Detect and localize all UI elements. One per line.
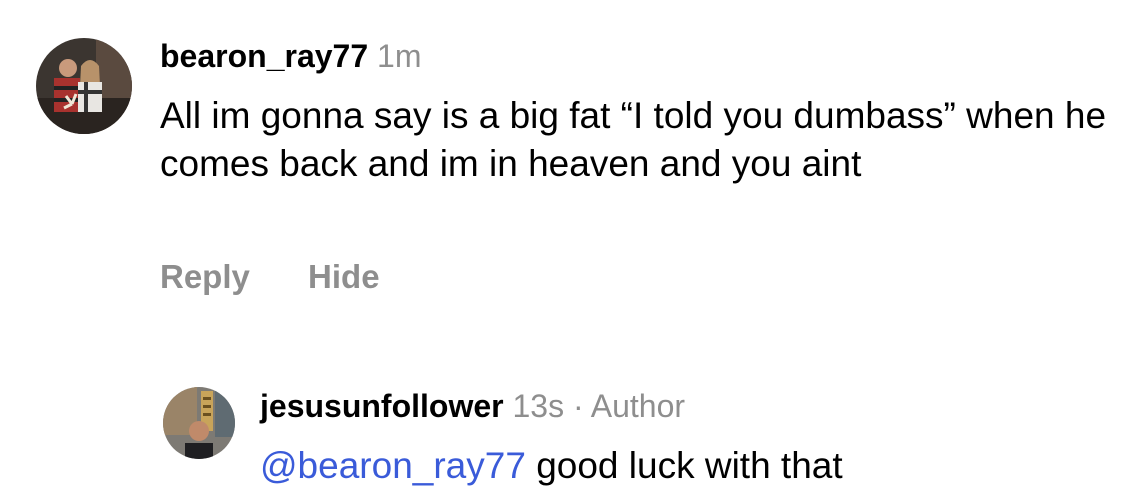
hide-button[interactable]: Hide [308,257,380,297]
mention-link[interactable]: @bearon_ray77 [260,445,526,486]
avatar-bearon-ray77[interactable] [36,38,132,134]
comment-actions: Reply Hide [160,257,380,297]
reply-button[interactable]: Reply [160,257,250,297]
avatar-jesusunfollower[interactable] [163,387,235,459]
comment-timestamp: 1m [377,38,422,74]
comment-text: All im gonna say is a big fat “I told yo… [160,95,1107,184]
reply-timestamp: 13s [512,388,565,424]
reply-message: good luck with that [536,445,843,486]
author-badge: Author [590,388,686,424]
reply-username[interactable]: jesusunfollower [260,388,504,424]
comment-username[interactable]: bearon_ray77 [160,38,368,74]
reply-header: jesusunfollower 13s · Author [260,386,685,426]
reply-separator: · [572,388,584,424]
reply-text: @bearon_ray77 good luck with that [260,442,843,490]
profile-photo [163,387,235,459]
profile-photo [36,38,132,134]
comment-header: bearon_ray77 1m [160,36,421,76]
